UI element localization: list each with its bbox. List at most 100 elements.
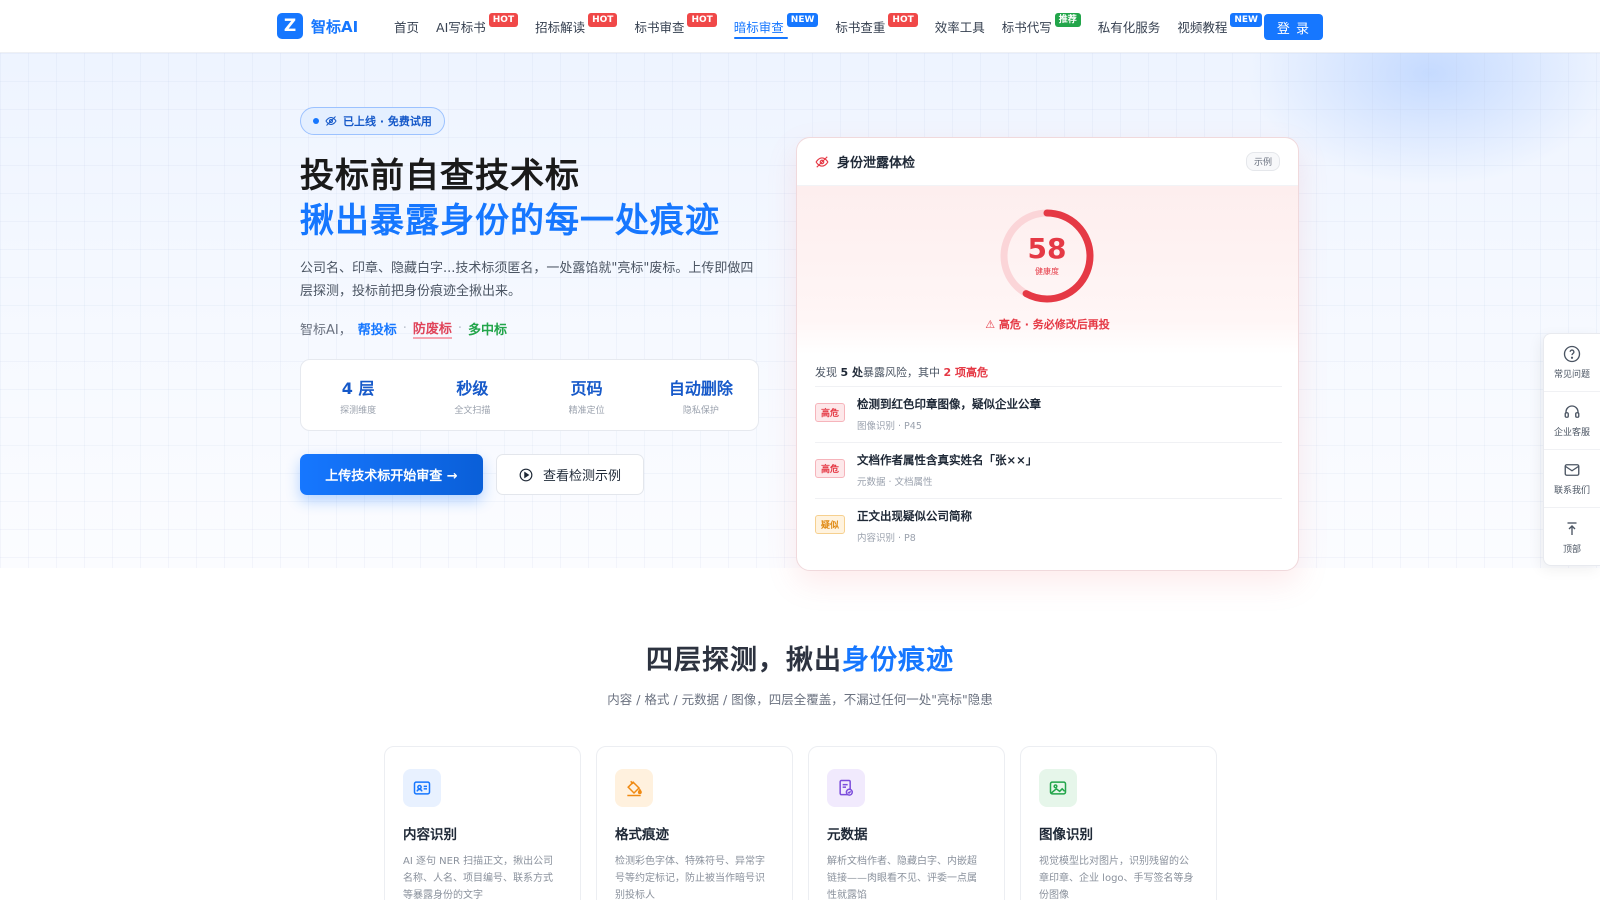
risk-body: 文档作者属性含真实姓名「张××」 元数据 · 文档属性 bbox=[857, 452, 1037, 488]
nav-links: 首页 AI写标书 HOT 招标解读 HOT 标书审查 HOT 暗标审查 NEW 标书查重… bbox=[394, 0, 1279, 53]
nav-label: 视频教程 bbox=[1177, 20, 1228, 35]
stat-label: 全文扫描 bbox=[454, 405, 491, 416]
feature-card-image[interactable]: 图像识别 视觉模型比对图片，识别残留的公章印章、企业 logo、手写签名等身份图… bbox=[1020, 746, 1217, 900]
brand-logo[interactable]: Z 智标AI bbox=[277, 13, 358, 39]
nav-label: 标书审查 bbox=[634, 20, 685, 35]
stat-item: 秒级 全文扫描 bbox=[422, 375, 522, 416]
nav-label: 私有化服务 bbox=[1097, 20, 1161, 35]
stat-value: 自动删除 bbox=[668, 378, 733, 398]
dock-back-to-top[interactable]: 顶部 bbox=[1544, 508, 1600, 566]
dock-contact[interactable]: 联系我们 bbox=[1544, 450, 1600, 508]
feature-card-format[interactable]: 格式痕迹 检测彩色字体、特殊符号、异常字号等约定标记，防止被当作暗号识别投标人 bbox=[596, 746, 793, 900]
hero-section: 已上线 · 免费试用 投标前自查技术标 揪出暴露身份的每一处痕迹 公司名、印章、… bbox=[0, 53, 1600, 571]
section-title: 四层探测，揪出身份痕迹 bbox=[0, 638, 1600, 677]
report-card-title: 身份泄露体检 bbox=[837, 156, 916, 171]
example-tag: 示例 bbox=[1245, 152, 1280, 171]
hot-badge: HOT bbox=[888, 12, 918, 27]
health-score-value: 58 bbox=[1027, 232, 1067, 265]
risk-meta: 内容识别 · P8 bbox=[857, 533, 916, 544]
play-circle-icon bbox=[519, 468, 533, 481]
hero-tagline: 智标AI， 帮投标 · 防废标 · 多中标 bbox=[300, 318, 507, 339]
nav-item-tools[interactable]: 效率工具 bbox=[935, 0, 985, 53]
tagline-help-bid: 帮投标 bbox=[357, 323, 397, 338]
risk-title: 正文出现疑似公司简称 bbox=[857, 509, 972, 523]
brand-name: 智标AI bbox=[311, 17, 359, 36]
nav-label: 效率工具 bbox=[934, 20, 985, 35]
risk-warning: ⚠ 高危 · 务必修改后再投 bbox=[985, 318, 1110, 331]
nav-label: 暗标审查 bbox=[733, 20, 784, 35]
new-badge: NEW bbox=[786, 12, 819, 27]
dock-faq[interactable]: 常见问题 bbox=[1544, 334, 1600, 392]
tagline-prefix: 智标AI， bbox=[300, 323, 352, 338]
hero-description: 公司名、印章、隐藏白字...技术标须匿名，一处露馅就"亮标"废标。上传即做四层探… bbox=[300, 261, 754, 299]
stat-label: 精准定位 bbox=[568, 405, 605, 416]
risk-level-badge: 高危 bbox=[815, 403, 845, 422]
login-button[interactable]: 登 录 bbox=[1264, 14, 1323, 40]
feature-icon-box bbox=[1039, 769, 1077, 807]
nav-item-duplicate-check[interactable]: 标书查重 HOT bbox=[835, 0, 918, 53]
stat-label: 探测维度 bbox=[340, 405, 377, 416]
id-card-icon bbox=[413, 781, 431, 795]
risk-level-badge: 高危 bbox=[815, 459, 845, 478]
risk-title: 文档作者属性含真实姓名「张××」 bbox=[857, 453, 1038, 467]
paint-bucket-icon bbox=[627, 780, 642, 797]
feature-card-metadata[interactable]: 元数据 解析文档作者、隐藏白字、内嵌超链接——肉眼看不见、评委一点属性就露馅 bbox=[808, 746, 1005, 900]
section-subtitle: 内容 / 格式 / 元数据 / 图像，四层全覆盖，不漏过任何一处"亮标"隐患 bbox=[607, 692, 993, 707]
nav-item-home[interactable]: 首页 bbox=[394, 0, 419, 53]
feature-title: 图像识别 bbox=[1039, 827, 1093, 843]
nav-item-bid-review[interactable]: 标书审查 HOT bbox=[634, 0, 717, 53]
tagline-separator: · bbox=[402, 321, 407, 336]
nav-label: 首页 bbox=[394, 20, 420, 35]
nav-label: AI写标书 bbox=[436, 20, 486, 35]
status-pill: 已上线 · 免费试用 bbox=[300, 107, 445, 135]
nav-item-video-tutorials[interactable]: 视频教程 NEW bbox=[1177, 0, 1262, 53]
headset-icon bbox=[1564, 405, 1580, 418]
nav-item-anonymous-review[interactable]: 暗标审查 NEW bbox=[733, 0, 819, 53]
risk-title: 检测到红色印章图像，疑似企业公章 bbox=[857, 397, 1041, 411]
new-badge: NEW bbox=[1230, 12, 1262, 27]
hero-title-line1: 投标前自查技术标 bbox=[300, 156, 580, 196]
nav-label: 标书查重 bbox=[835, 20, 886, 35]
feature-card-content[interactable]: 内容识别 AI 逐句 NER 扫描正文，揪出公司名称、人名、项目编号、联系方式等… bbox=[384, 746, 581, 900]
view-example-button[interactable]: 查看检测示例 bbox=[496, 454, 644, 495]
hot-badge: HOT bbox=[488, 12, 519, 27]
stat-label: 隐私保护 bbox=[682, 405, 719, 416]
status-dot bbox=[313, 118, 319, 124]
hot-badge: HOT bbox=[588, 12, 618, 27]
nav-item-bid-interpret[interactable]: 招标解读 HOT bbox=[535, 0, 618, 53]
view-example-label: 查看检测示例 bbox=[542, 469, 621, 484]
risk-item[interactable]: 高危 检测到红色印章图像，疑似企业公章 图像识别 · P45 bbox=[815, 386, 1282, 442]
eye-off-icon bbox=[325, 116, 337, 126]
nav-item-private-deploy[interactable]: 私有化服务 bbox=[1098, 0, 1161, 53]
risk-body: 检测到红色印章图像，疑似企业公章 图像识别 · P45 bbox=[857, 396, 1041, 432]
summary-mid: 暴露风险，其中 bbox=[862, 366, 940, 379]
nav-item-ai-write[interactable]: AI写标书 HOT bbox=[436, 0, 519, 53]
feature-description: 检测彩色字体、特殊符号、异常字号等约定标记，防止被当作暗号识别投标人 bbox=[615, 856, 765, 900]
dock-label: 联系我们 bbox=[1553, 486, 1590, 496]
upload-start-review-button[interactable]: 上传技术标开始审查 → bbox=[300, 454, 483, 495]
dock-customer-service[interactable]: 企业客服 bbox=[1544, 392, 1600, 450]
feature-icon-box bbox=[403, 769, 441, 807]
stat-item: 页码 精准定位 bbox=[537, 375, 637, 416]
mail-icon bbox=[1564, 464, 1580, 476]
feature-description: 视觉模型比对图片，识别残留的公章印章、企业 logo、手写签名等身份图像 bbox=[1039, 856, 1194, 900]
nav-item-ghostwrite[interactable]: 标书代写 推荐 bbox=[1002, 0, 1081, 53]
health-score-panel: 58 健康度 ⚠ 高危 · 务必修改后再投 bbox=[797, 186, 1298, 354]
section-title-highlight: 身份痕迹 bbox=[842, 645, 954, 676]
summary-high-count: 2 项高危 bbox=[943, 366, 988, 379]
recommend-badge: 推荐 bbox=[1054, 12, 1081, 27]
eye-off-icon bbox=[815, 155, 829, 168]
hero-stats: 4 层探测维度 秒级 全文扫描 页码 精准定位 自动删除隐私保护 bbox=[300, 359, 759, 431]
image-icon bbox=[1049, 781, 1067, 795]
hot-badge: HOT bbox=[687, 12, 717, 27]
help-icon bbox=[1563, 345, 1581, 363]
stat-item: 4 层探测维度 bbox=[308, 375, 408, 416]
risk-summary: 发现 5 处暴露风险，其中 2 项高危 bbox=[815, 364, 988, 380]
risk-item[interactable]: 疑似 正文出现疑似公司简称 内容识别 · P8 bbox=[815, 498, 1282, 554]
status-pill-label: 已上线 · 免费试用 bbox=[343, 115, 432, 128]
dock-label: 顶部 bbox=[1562, 544, 1581, 555]
risk-meta: 图像识别 · P45 bbox=[857, 421, 922, 432]
section-title-prefix: 四层探测，揪出 bbox=[646, 645, 842, 676]
report-card-header: 身份泄露体检 示例 bbox=[797, 138, 1298, 186]
risk-item[interactable]: 高危 文档作者属性含真实姓名「张××」 元数据 · 文档属性 bbox=[815, 442, 1282, 498]
